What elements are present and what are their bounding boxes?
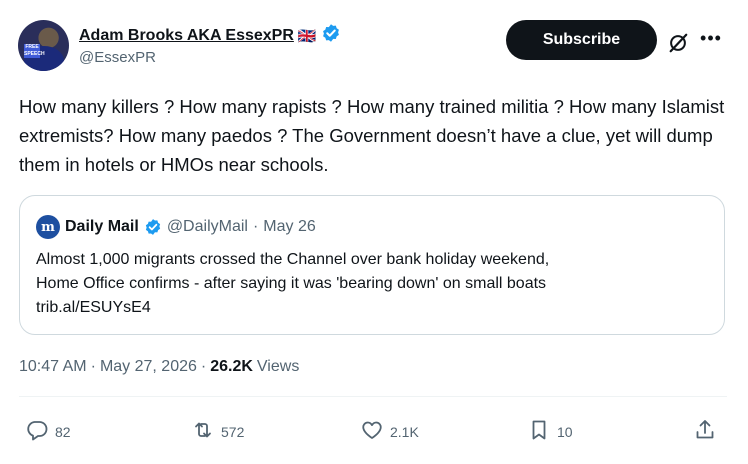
reply-icon: [25, 418, 49, 445]
subscribe-button[interactable]: Subscribe: [506, 20, 657, 60]
flag-emoji: 🇬🇧: [297, 27, 317, 45]
display-name[interactable]: Adam Brooks AKA EssexPR: [79, 27, 294, 45]
verified-badge-icon[interactable]: [321, 23, 341, 48]
more-icon[interactable]: •••: [700, 29, 722, 53]
tweet-meta: 10:47 AM · May 27, 2026 · 26.2K Views: [19, 358, 299, 376]
views-label: Views: [256, 358, 300, 375]
action-bar: 82 572 2.1K 10: [19, 418, 727, 448]
verified-badge-icon: [144, 218, 162, 236]
reply-button[interactable]: 82: [25, 418, 71, 445]
quote-handle: @DailyMail: [166, 218, 248, 235]
meta-separator: ·: [90, 358, 96, 375]
tweet-time[interactable]: 10:47 AM: [19, 358, 87, 376]
bookmark-count: 10: [557, 423, 573, 440]
repost-count: 572: [221, 423, 245, 440]
quote-header: m Daily Mail @DailyMail · May 26: [36, 215, 316, 239]
quote-text: Almost 1,000 migrants crossed the Channe…: [36, 248, 706, 320]
like-icon: [360, 418, 384, 445]
like-button[interactable]: 2.1K: [360, 418, 419, 445]
tweet-header: FREE SPEECH Adam Brooks AKA EssexPR 🇬🇧 @…: [18, 20, 730, 74]
share-icon: [693, 418, 717, 445]
meta-separator: ·: [200, 358, 207, 375]
quoted-tweet[interactable]: m Daily Mail @DailyMail · May 26 Almost …: [19, 195, 725, 335]
divider: [19, 396, 727, 397]
repost-icon: [191, 418, 215, 445]
tweet-date[interactable]: May 27, 2026: [100, 358, 197, 376]
name-line: Adam Brooks AKA EssexPR 🇬🇧: [79, 23, 341, 48]
avatar[interactable]: FREE SPEECH: [18, 20, 69, 71]
quote-text-line-2: Home Office confirms - after saying it w…: [36, 275, 547, 292]
quote-name: Daily Mail: [65, 218, 139, 235]
handle[interactable]: @EssexPR: [79, 49, 156, 66]
bookmark-button[interactable]: 10: [527, 418, 573, 445]
repost-button[interactable]: 572: [191, 418, 244, 445]
quote-link[interactable]: trib.al/ESUYsE4: [36, 296, 706, 320]
quote-separator: ·: [252, 218, 259, 235]
like-count: 2.1K: [390, 423, 419, 440]
reply-count: 82: [55, 423, 71, 440]
views-count: 26.2K: [210, 358, 253, 375]
grok-icon[interactable]: [667, 32, 689, 54]
daily-mail-logo-icon: m: [36, 215, 60, 239]
quote-text-line-1: Almost 1,000 migrants crossed the Channe…: [36, 251, 550, 268]
share-button[interactable]: [693, 418, 717, 445]
tweet-text: How many killers ? How many rapists ? Ho…: [19, 96, 725, 175]
avatar-badge: FREE SPEECH: [24, 44, 45, 58]
quote-date: May 26: [263, 218, 316, 235]
bookmark-icon: [527, 418, 551, 445]
